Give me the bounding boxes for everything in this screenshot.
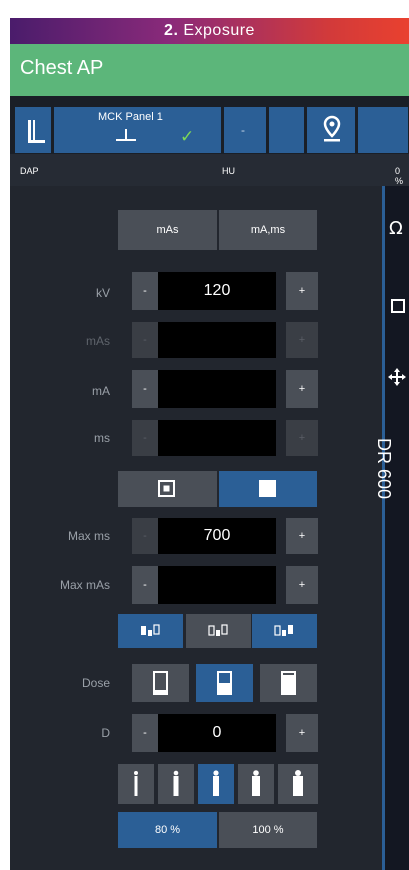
aec-field-center-icon: [208, 624, 228, 636]
aec-field-right-icon: [274, 625, 293, 636]
slot-placeholder: -: [241, 123, 245, 137]
detector-slot-2[interactable]: -: [223, 106, 267, 154]
large-focus-icon: [259, 480, 276, 497]
ma-label: mA: [92, 384, 110, 398]
max-mas-increment-button[interactable]: +: [286, 566, 318, 604]
detector-icon: [116, 129, 136, 141]
ms-increment-button[interactable]: +: [286, 420, 318, 456]
detector-panel-name: MCK Panel 1: [98, 111, 163, 123]
svg-text:Ω: Ω: [389, 218, 403, 239]
kv-decrement-button[interactable]: -: [132, 272, 158, 310]
density-label: D: [101, 726, 110, 740]
density-decrement-button[interactable]: -: [132, 714, 158, 752]
ms-decrement-button[interactable]: -: [132, 420, 158, 456]
mode-mas-button[interactable]: mAs: [118, 210, 217, 250]
aec-field-right-button[interactable]: [252, 614, 317, 648]
mas-increment-button[interactable]: +: [286, 322, 318, 358]
mode-ma-ms-button[interactable]: mA,ms: [219, 210, 317, 250]
kv-label: kV: [95, 286, 110, 300]
side-toolbar: Ω: [382, 186, 409, 870]
aec-field-center-button[interactable]: [186, 614, 251, 648]
small-focus-button[interactable]: [118, 471, 217, 507]
exam-header[interactable]: Chest AP: [10, 44, 409, 96]
step-banner: 2. Exposure: [10, 18, 409, 44]
patient-size-s-button[interactable]: [158, 764, 194, 804]
patient-size-xs-button[interactable]: [118, 764, 154, 804]
dap-label: DAP: [20, 166, 39, 176]
max-ms-decrement-button[interactable]: -: [132, 518, 158, 554]
percent-80-button[interactable]: 80 %: [118, 812, 217, 848]
device-label: DR 600: [374, 438, 394, 500]
dose-label: Dose: [81, 676, 110, 690]
percent-100-button[interactable]: 100 %: [219, 812, 317, 848]
dose-high-button[interactable]: [260, 664, 317, 702]
ms-value[interactable]: [158, 420, 276, 456]
exam-name: Chest AP: [20, 57, 104, 79]
aec-field-left-button[interactable]: [118, 614, 183, 648]
dose-medium-button[interactable]: [196, 664, 253, 702]
detector-panel-button[interactable]: MCK Panel 1 ✓: [53, 106, 222, 154]
ma-value[interactable]: [158, 370, 276, 408]
detector-strip: MCK Panel 1 ✓ -: [10, 102, 409, 154]
max-mas-decrement-button[interactable]: -: [132, 566, 158, 604]
kv-value[interactable]: 120: [158, 272, 276, 310]
aec-field-left-icon: [141, 624, 160, 636]
mas-decrement-button[interactable]: -: [132, 322, 158, 358]
ms-label: ms: [94, 431, 110, 445]
density-increment-button[interactable]: +: [286, 714, 318, 752]
patient-size-m-button[interactable]: [198, 764, 234, 804]
patient-size-xl-button[interactable]: [278, 764, 318, 804]
location-button[interactable]: [306, 106, 356, 154]
small-focus-icon: [158, 480, 175, 497]
check-icon: ✓: [180, 127, 195, 146]
patient-l-icon: [252, 770, 260, 796]
dose-info-row: DAP HU 0 %: [10, 154, 409, 186]
density-value[interactable]: 0: [158, 714, 276, 752]
orientation-button[interactable]: [14, 106, 52, 154]
max-mas-label: Max mAs: [59, 578, 110, 592]
max-ms-value[interactable]: 700: [158, 518, 276, 554]
kv-increment-button[interactable]: +: [286, 272, 318, 310]
dose-low-icon: [153, 671, 168, 695]
patient-m-icon: [213, 770, 219, 796]
percent-readout: 0 %: [395, 166, 404, 186]
square-icon[interactable]: [388, 296, 408, 316]
max-ms-increment-button[interactable]: +: [286, 518, 318, 554]
location-pin-icon: [323, 115, 341, 142]
max-ms-label: Max ms: [68, 529, 110, 543]
move-icon[interactable]: [386, 366, 408, 388]
step-title: Exposure: [183, 22, 255, 39]
step-number: 2.: [164, 22, 179, 39]
detector-slot-5[interactable]: [357, 106, 409, 154]
dose-high-icon: [281, 671, 296, 695]
dose-low-button[interactable]: [132, 664, 189, 702]
side-divider: [382, 186, 385, 870]
detector-slot-3[interactable]: [268, 106, 305, 154]
dose-medium-icon: [217, 671, 232, 695]
exposure-panel: mAs mA,ms kV - 120 + mAs - + mA - + ms -…: [10, 186, 382, 870]
ma-increment-button[interactable]: +: [286, 370, 318, 408]
mas-label: mAs: [86, 334, 110, 348]
mas-value[interactable]: [158, 322, 276, 358]
omega-icon[interactable]: Ω: [387, 216, 409, 240]
max-mas-value[interactable]: [158, 566, 276, 604]
hu-label: HU: [222, 166, 235, 176]
patient-size-l-button[interactable]: [238, 764, 274, 804]
patient-s-icon: [173, 770, 179, 796]
ma-decrement-button[interactable]: -: [132, 370, 158, 408]
patient-xs-icon: [134, 771, 138, 796]
orientation-icon: [28, 120, 45, 143]
patient-xl-icon: [293, 770, 303, 796]
large-focus-button[interactable]: [219, 471, 317, 507]
